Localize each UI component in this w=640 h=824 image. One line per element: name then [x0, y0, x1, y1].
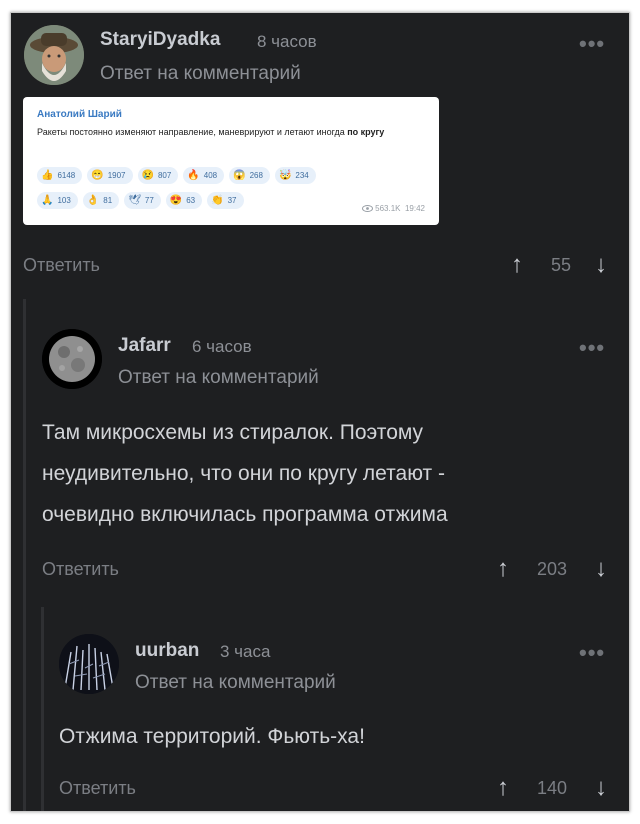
more-options-icon[interactable]: ••• [579, 31, 605, 57]
reply-to-link[interactable]: Ответ на комментарий [135, 672, 336, 694]
snowy-forest-avatar-icon [59, 634, 119, 694]
comment-time: 6 часов [192, 337, 252, 356]
telegram-post-text: Ракеты постоянно изменяют направление, м… [37, 125, 427, 139]
more-options-icon[interactable]: ••• [579, 335, 605, 361]
reaction-count: 268 [249, 171, 263, 180]
vote-count: 203 [537, 559, 568, 579]
comment-time: 3 часа [220, 642, 271, 661]
telegram-text: Ракеты постоянно изменяют направление, м… [37, 127, 348, 137]
moon-avatar-icon [42, 329, 102, 389]
dove-icon: 🕊 [128, 195, 141, 206]
comment-author[interactable]: uurban [135, 640, 199, 662]
reaction-count: 81 [103, 196, 113, 205]
exploding-head-icon: 🤯 [278, 170, 292, 181]
reaction-clap: 👏 37 [207, 192, 244, 209]
reactions-row-1: 👍 6148 😁 1907 😢 807 🔥 408 😱 268 🤯 234 [37, 167, 316, 184]
reaction-grin: 😁 1907 [87, 167, 133, 184]
view-count: 563.1K [375, 204, 401, 213]
comment-author[interactable]: Jafarr [118, 335, 171, 357]
reaction-ok: 👌 81 [82, 192, 120, 209]
reply-button[interactable]: Ответить [23, 255, 100, 276]
reaction-count: 408 [203, 171, 218, 180]
fire-icon: 🔥 [187, 170, 200, 181]
reaction-exploding-head: 🤯 234 [274, 167, 316, 184]
telegram-author: Анатолий Шарий [37, 109, 122, 120]
reaction-count: 234 [295, 171, 309, 180]
embedded-telegram-post: Анатолий Шарий Ракеты постоянно изменяют… [23, 97, 439, 225]
thread-line[interactable] [41, 607, 44, 811]
comment-time: 8 часов [257, 32, 317, 51]
reaction-thumbs-up: 👍 6148 [37, 167, 83, 184]
reply-button[interactable]: Ответить [42, 559, 119, 580]
downvote-icon[interactable]: ↓ [595, 774, 607, 802]
comment-text-line: неудивительно, что они по кругу летают - [42, 462, 445, 485]
thumbs-up-icon: 👍 [41, 170, 54, 181]
crying-face-icon: 😢 [141, 170, 154, 181]
reactions-row-2: 🙏 103 👌 81 🕊 77 😍 63 👏 37 [37, 192, 244, 209]
eye-icon [361, 205, 373, 213]
downvote-icon[interactable]: ↓ [595, 251, 607, 279]
comment-thread: StaryiDyadka 8 часов Ответ на комментари… [10, 12, 630, 812]
downvote-icon[interactable]: ↓ [595, 555, 607, 583]
avatar-jafarr[interactable] [42, 329, 102, 389]
grin-icon: 😁 [91, 170, 104, 181]
reply-to-link[interactable]: Ответ на комментарий [118, 367, 319, 389]
telegram-text-bold: по кругу [347, 127, 385, 137]
comment-text-line: очевидно включилась программа отжима [42, 503, 448, 526]
telegram-meta: 563.1K 19:42 [361, 204, 425, 213]
reaction-count: 103 [57, 196, 71, 205]
upvote-icon[interactable]: ↑ [511, 251, 523, 279]
reaction-count: 6148 [57, 171, 76, 180]
clap-icon: 👏 [211, 195, 224, 206]
reply-button[interactable]: Ответить [59, 778, 136, 799]
avatar-uurban[interactable] [59, 634, 119, 694]
reaction-count: 807 [157, 171, 172, 180]
reaction-count: 1907 [107, 171, 126, 180]
reaction-count: 77 [144, 196, 154, 205]
reaction-count: 63 [186, 196, 196, 205]
vote-count: 55 [551, 255, 572, 275]
post-time: 19:42 [404, 204, 425, 213]
reaction-heart-eyes: 😍 63 [165, 192, 203, 209]
upvote-icon[interactable]: ↑ [497, 774, 509, 802]
scream-icon: 😱 [233, 170, 246, 181]
old-man-avatar-icon [24, 25, 84, 85]
vote-count: 140 [537, 778, 568, 798]
upvote-icon[interactable]: ↑ [497, 555, 509, 583]
reaction-cry: 😢 807 [137, 167, 179, 184]
heart-eyes-icon: 😍 [169, 195, 183, 206]
reaction-fire: 🔥 408 [183, 167, 225, 184]
more-options-icon[interactable]: ••• [579, 640, 605, 666]
reaction-pray: 🙏 103 [37, 192, 78, 209]
thread-line[interactable] [23, 299, 26, 811]
ok-hand-icon: 👌 [86, 195, 100, 206]
reply-to-link[interactable]: Ответ на комментарий [100, 63, 301, 85]
comment-text: Там микросхемы из стиралок. Поэтому неуд… [42, 412, 448, 535]
avatar-staryidyadka[interactable] [24, 25, 84, 85]
pray-icon: 🙏 [41, 195, 54, 206]
reaction-scream: 😱 268 [229, 167, 270, 184]
reaction-dove: 🕊 77 [124, 192, 161, 209]
reaction-count: 37 [227, 196, 237, 205]
comment-text: Отжима территорий. Фьють-ха! [59, 725, 365, 748]
comment-author[interactable]: StaryiDyadka [100, 29, 220, 51]
comment-text-line: Там микросхемы из стиралок. Поэтому [42, 421, 424, 444]
